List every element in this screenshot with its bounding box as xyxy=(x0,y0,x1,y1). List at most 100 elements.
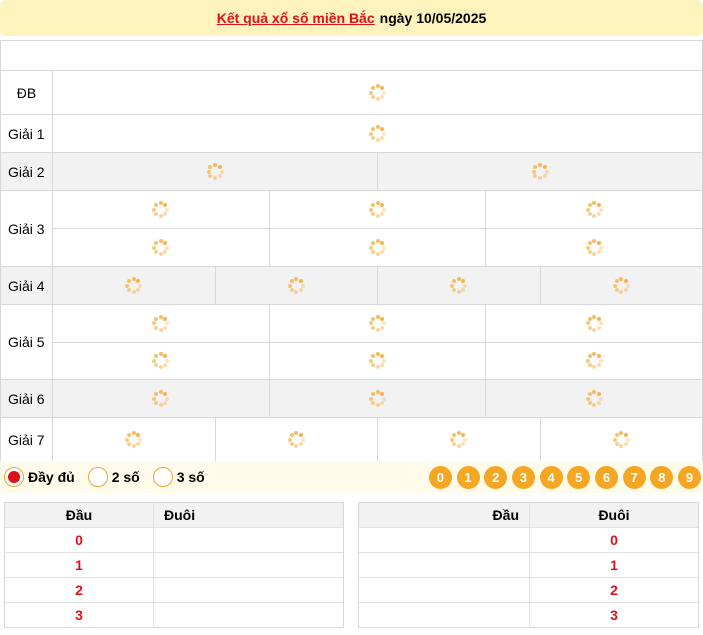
results-table: ĐB Giải 1 Giải 2 Giải 3 Giải 4 Giải 5 Giải 6 Gi… xyxy=(0,40,703,462)
prize-number-cell xyxy=(53,305,269,342)
prize-number-cell xyxy=(485,342,702,379)
tail-digit-cell: 2 xyxy=(529,578,698,602)
prize-row: Giải 1 xyxy=(0,115,703,153)
loading-spinner-icon xyxy=(369,390,387,408)
prize-number-cell xyxy=(268,229,486,266)
head-digit-cell: 1 xyxy=(75,557,83,573)
digit-filter-button[interactable]: 1 xyxy=(456,465,480,489)
loading-spinner-icon xyxy=(612,277,630,295)
results-title-link[interactable]: Kết quả xổ số miền Bắc xyxy=(217,10,375,26)
digit-filter-button[interactable]: 5 xyxy=(567,465,591,489)
digit-filter-button[interactable]: 2 xyxy=(484,465,508,489)
table-row: 3 xyxy=(359,602,698,627)
prize-label: Giải 5 xyxy=(1,305,53,379)
results-table-top-row xyxy=(0,41,703,71)
prize-number-cell xyxy=(539,418,703,461)
digit-filter-button[interactable]: 6 xyxy=(594,465,618,489)
prize-label: Giải 4 xyxy=(1,267,53,304)
loading-spinner-icon xyxy=(152,314,170,332)
prize-number-cell xyxy=(53,418,215,461)
display-option-radio[interactable]: 3 số xyxy=(152,467,205,487)
loading-spinner-icon xyxy=(450,277,468,295)
head-values-cell xyxy=(359,553,529,577)
prize-row: ĐB xyxy=(0,71,703,115)
head-digit-cell: 3 xyxy=(75,607,83,623)
loading-spinner-icon xyxy=(287,431,305,449)
table-row: 2 xyxy=(5,577,343,602)
prize-row: Giải 4 xyxy=(0,267,703,305)
loading-spinner-icon xyxy=(612,431,630,449)
prize-row: Giải 6 xyxy=(0,380,703,418)
head-table-header: Đầu Đuôi xyxy=(5,503,343,527)
loading-spinner-icon xyxy=(206,163,224,181)
loading-spinner-icon xyxy=(125,277,143,295)
prize-number-cell xyxy=(53,343,269,380)
head-values-cell xyxy=(359,603,529,627)
tail-values-cell xyxy=(153,528,343,552)
head-values-cell xyxy=(359,578,529,602)
head-table: Đầu Đuôi 0 1 2 3 xyxy=(4,502,344,628)
digit-filter-button[interactable]: 4 xyxy=(539,465,563,489)
loading-spinner-icon xyxy=(369,201,387,219)
table-row: 0 xyxy=(359,527,698,552)
tail-values-cell xyxy=(153,603,343,627)
loading-spinner-icon xyxy=(369,84,387,102)
prize-number-cell xyxy=(53,267,215,304)
digit-filter-button[interactable]: 8 xyxy=(650,465,674,489)
prize-label: Giải 6 xyxy=(1,380,53,417)
tail-table: Đầu Đuôi 0123 xyxy=(358,502,699,628)
prize-row: Giải 2 xyxy=(0,153,703,191)
digit-filter: 0123456789 xyxy=(424,465,701,489)
tail-values-cell xyxy=(153,553,343,577)
loading-spinner-icon xyxy=(585,239,603,257)
prize-number-cell xyxy=(268,191,486,228)
digit-filter-button[interactable]: 7 xyxy=(622,465,646,489)
prize-number-cell xyxy=(53,71,702,114)
prize-number-cell xyxy=(485,191,702,228)
prize-row: Giải 7 xyxy=(0,418,703,462)
radio-circle-icon[interactable] xyxy=(4,467,24,487)
head-digit-cell: 2 xyxy=(75,582,83,598)
prize-number-cell xyxy=(485,229,702,266)
prize-number-cell xyxy=(214,267,378,304)
head-table-col-dau: Đầu xyxy=(65,507,93,523)
tail-table-col-duoi: Đuôi xyxy=(529,503,698,527)
loading-spinner-icon xyxy=(369,239,387,257)
tail-digit-cell: 3 xyxy=(529,603,698,627)
display-option-radio[interactable]: 2 số xyxy=(87,467,140,487)
table-row: 0 xyxy=(5,527,343,552)
tail-values-cell xyxy=(153,578,343,602)
display-option-radio[interactable]: Đầy đủ xyxy=(4,467,75,487)
digit-filter-button[interactable]: 3 xyxy=(511,465,535,489)
tail-digit-cell: 0 xyxy=(529,528,698,552)
loading-spinner-icon xyxy=(585,314,603,332)
loading-spinner-icon xyxy=(585,390,603,408)
radio-circle-icon[interactable] xyxy=(87,467,108,487)
prize-number-cell xyxy=(377,418,540,461)
tail-digit-cell: 1 xyxy=(529,553,698,577)
digit-filter-button[interactable]: 9 xyxy=(678,465,701,489)
results-date: ngày 10/05/2025 xyxy=(379,10,487,26)
prize-label: Giải 2 xyxy=(1,153,53,190)
prize-number-cell xyxy=(377,153,702,190)
loading-spinner-icon xyxy=(369,125,387,143)
table-row: 2 xyxy=(359,577,698,602)
prize-label: ĐB xyxy=(1,71,53,114)
loading-spinner-icon xyxy=(152,390,170,408)
head-values-cell xyxy=(359,528,529,552)
radio-circle-icon[interactable] xyxy=(152,467,173,487)
loading-spinner-icon xyxy=(369,352,387,370)
loading-spinner-icon xyxy=(287,277,305,295)
table-row: 1 xyxy=(359,552,698,577)
prize-label: Giải 7 xyxy=(1,418,53,461)
prize-number-cell xyxy=(539,267,703,304)
prize-number-cell xyxy=(268,305,486,342)
prize-number-cell xyxy=(377,267,540,304)
prize-number-cell xyxy=(53,380,269,417)
digit-filter-button[interactable]: 0 xyxy=(428,465,452,489)
prize-row: Giải 3 xyxy=(0,191,703,267)
head-digit-cell: 0 xyxy=(75,532,83,548)
loading-spinner-icon xyxy=(585,352,603,370)
tail-table-col-dau: Đầu xyxy=(492,507,519,523)
display-option-label: Đầy đủ xyxy=(28,469,75,485)
